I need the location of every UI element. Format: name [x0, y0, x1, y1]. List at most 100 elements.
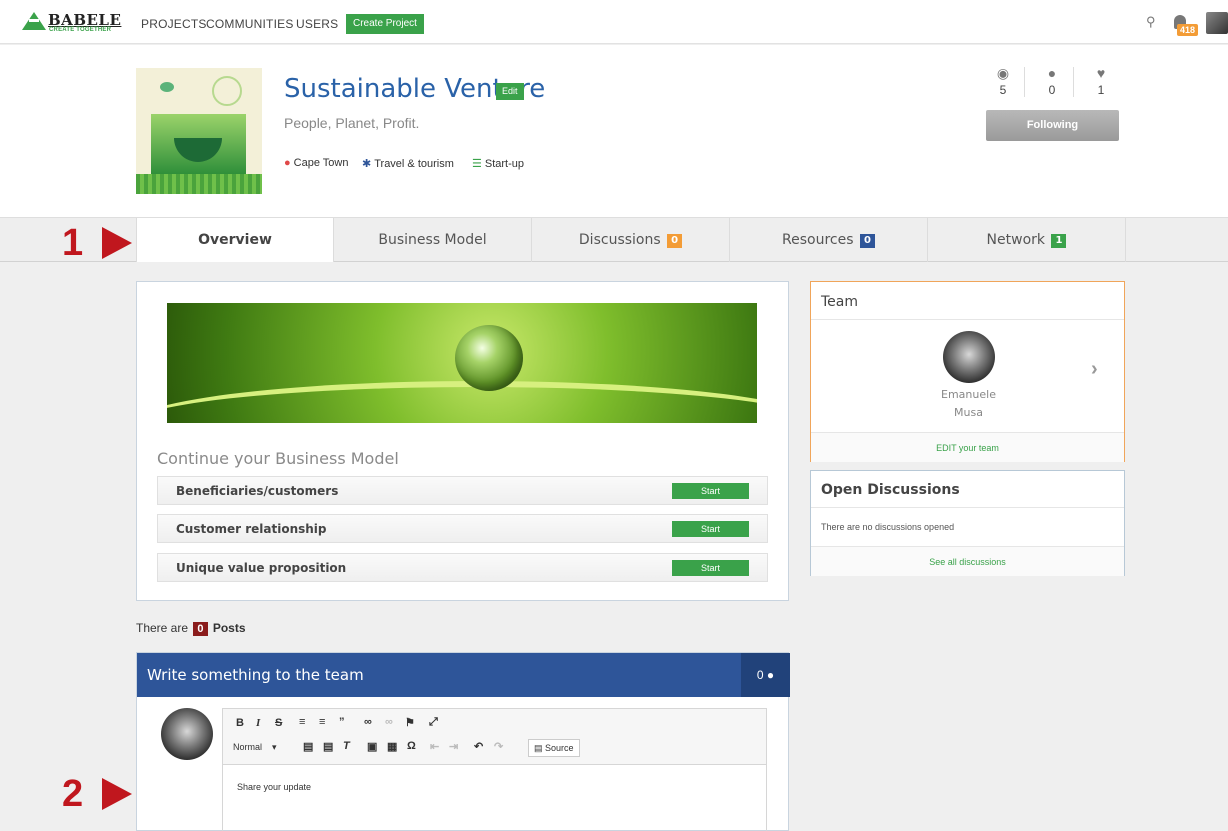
composer-avatar — [161, 708, 213, 760]
start-button[interactable]: Start — [672, 483, 749, 499]
lightbulb-icon[interactable]: ⚲ — [1146, 14, 1156, 30]
business-model-row-label: Unique value proposition — [176, 561, 347, 575]
unlink-icon[interactable]: ∞ — [385, 716, 393, 728]
stat-divider — [1024, 67, 1025, 97]
butterfly-graphic — [160, 82, 174, 92]
notification-count-badge: 418 — [1177, 24, 1199, 36]
tab-label: Discussions — [578, 232, 661, 248]
editor-toolbar: B I S ≡ ≡ ” ∞ ∞ ⚑ ⤢ Normal ▾ ▤ ▤ T ▣ ▦ Ω… — [223, 709, 766, 765]
team-member-last-name[interactable]: Musa — [811, 406, 1126, 419]
image-icon[interactable]: ▣ — [367, 740, 377, 753]
format-select[interactable]: Normal ▾ — [233, 742, 277, 753]
bulleted-list-icon[interactable]: ≡ — [299, 716, 305, 728]
comments-stat: ● 0 — [1037, 65, 1067, 97]
business-model-row[interactable]: Unique value proposition Start — [157, 553, 768, 582]
source-button[interactable]: ▤ Source — [528, 739, 580, 757]
table-icon[interactable]: ▦ — [387, 740, 397, 753]
post-composer: Write something to the team 0 ● B I S ≡ … — [136, 652, 790, 831]
clear-format-icon[interactable]: T — [343, 740, 350, 752]
grass-graphic — [136, 174, 262, 194]
open-discussions-panel: Open Discussions There are no discussion… — [810, 470, 1125, 576]
indent-icon[interactable]: ⇥ — [449, 740, 458, 753]
team-member-first-name[interactable]: Emanuele — [811, 388, 1126, 401]
following-button[interactable]: Following — [986, 110, 1119, 141]
speech-bubble-icon: ● — [766, 668, 775, 682]
annotation-arrow-icon — [102, 778, 132, 810]
undo-icon[interactable]: ↶ — [474, 740, 483, 753]
logo-mark-icon — [22, 12, 46, 30]
start-button[interactable]: Start — [672, 560, 749, 576]
views-count: 5 — [999, 83, 1007, 97]
numbered-list-icon[interactable]: ≡ — [319, 716, 325, 728]
project-sector[interactable]: ✱ Travel & tourism — [362, 157, 454, 170]
views-stat: ◉ 5 — [988, 65, 1018, 97]
rich-text-editor[interactable]: B I S ≡ ≡ ” ∞ ∞ ⚑ ⤢ Normal ▾ ▤ ▤ T ▣ ▦ Ω… — [222, 708, 767, 831]
notifications-button[interactable]: 418 — [1172, 13, 1199, 37]
paste-icon[interactable]: ▤ — [303, 740, 313, 753]
user-avatar[interactable] — [1206, 12, 1228, 34]
network-count-badge: 1 — [1051, 234, 1067, 248]
eye-icon: ◉ — [996, 65, 1010, 81]
tab-label: Resources — [782, 232, 854, 248]
tab-business-model[interactable]: Business Model — [334, 218, 532, 262]
flag-icon[interactable]: ⚑ — [405, 716, 415, 729]
blockquote-icon[interactable]: ” — [339, 716, 345, 728]
annotation-arrow-icon — [102, 227, 132, 259]
nav-projects[interactable]: PROJECTS — [141, 17, 207, 31]
strikethrough-icon[interactable]: S — [275, 717, 282, 729]
tab-discussions[interactable]: Discussions 0 — [532, 218, 730, 262]
see-all-discussions-link[interactable]: See all discussions — [811, 546, 1124, 576]
project-subtitle: People, Planet, Profit. — [284, 115, 420, 131]
composer-title: Write something to the team — [147, 666, 364, 684]
business-model-row[interactable]: Beneficiaries/customers Start — [157, 476, 768, 505]
special-char-icon[interactable]: Ω — [407, 740, 416, 752]
redo-icon[interactable]: ↷ — [494, 740, 503, 753]
nav-communities[interactable]: COMMUNITIES — [206, 17, 294, 31]
no-discussions-text: There are no discussions opened — [821, 522, 955, 532]
tab-label: Network — [986, 232, 1046, 248]
heart-icon: ♥ — [1096, 65, 1106, 81]
bold-icon[interactable]: B — [236, 717, 244, 729]
edit-team-link[interactable]: EDIT your team — [811, 432, 1124, 462]
business-model-row[interactable]: Customer relationship Start — [157, 514, 768, 543]
chevron-right-icon[interactable]: › — [1091, 358, 1098, 381]
discussions-count-badge: 0 — [667, 234, 683, 248]
maximize-icon[interactable]: ⤢ — [429, 716, 438, 729]
editor-placeholder[interactable]: Share your update — [237, 782, 311, 792]
project-tabs: Overview Business Model Discussions 0 Re… — [0, 217, 1228, 262]
source-label: Source — [545, 743, 574, 753]
brand-tagline: CREATE TOGETHER — [49, 27, 112, 33]
likes-count: 1 — [1097, 83, 1105, 97]
overview-card: Continue your Business Model Beneficiari… — [136, 281, 789, 601]
create-project-button[interactable]: Create Project — [346, 14, 424, 34]
tab-resources[interactable]: Resources 0 — [730, 218, 928, 262]
nav-users[interactable]: USERS — [296, 17, 338, 31]
tab-overview[interactable]: Overview — [136, 218, 334, 262]
edit-project-button[interactable]: Edit — [496, 83, 524, 100]
outdent-icon[interactable]: ⇤ — [430, 740, 439, 753]
team-panel-title: Team — [811, 282, 1124, 320]
paste-text-icon[interactable]: ▤ — [323, 740, 333, 753]
posts-prefix: There are — [136, 621, 189, 635]
tab-network[interactable]: Network 1 — [928, 218, 1126, 262]
lightbulb-graphic — [212, 76, 242, 106]
comments-count: 0 — [1048, 83, 1056, 97]
format-value: Normal — [233, 742, 263, 752]
composer-count: 0 — [756, 668, 764, 682]
stat-divider — [1073, 67, 1074, 97]
italic-icon[interactable]: I — [256, 717, 260, 729]
link-icon[interactable]: ∞ — [364, 716, 372, 728]
project-stage[interactable]: ☰ Start-up — [472, 157, 524, 170]
top-navbar: BABELE CREATE TOGETHER PROJECTS COMMUNIT… — [0, 0, 1228, 44]
start-button[interactable]: Start — [672, 521, 749, 537]
open-discussions-title: Open Discussions — [811, 471, 1124, 508]
business-model-heading: Continue your Business Model — [157, 449, 399, 468]
composer-comment-count: 0 ● — [741, 653, 790, 697]
babele-logo[interactable]: BABELE CREATE TOGETHER — [22, 10, 121, 34]
project-location[interactable]: ● Cape Town — [284, 157, 349, 169]
team-member-avatar[interactable] — [943, 331, 995, 383]
posts-suffix: Posts — [212, 621, 246, 635]
resources-count-badge: 0 — [859, 234, 875, 248]
sector-label: Travel & tourism — [374, 158, 454, 170]
business-model-row-label: Customer relationship — [176, 522, 327, 536]
